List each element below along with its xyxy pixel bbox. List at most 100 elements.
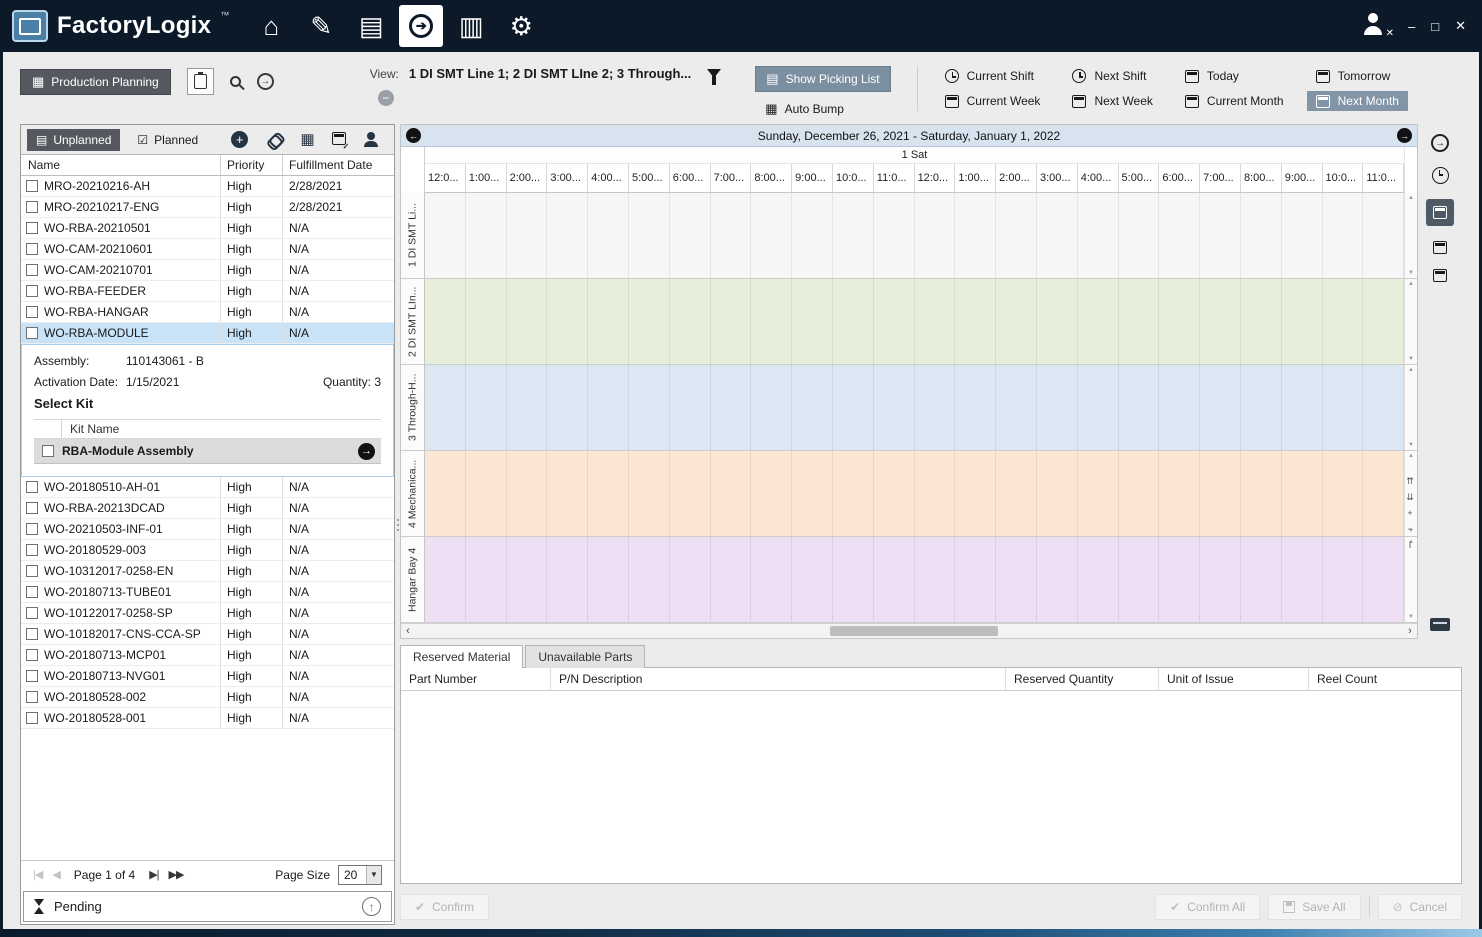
row-checkbox[interactable] <box>26 544 38 556</box>
table-row[interactable]: WO-10122017-0258-SP High N/A <box>21 603 394 624</box>
table-row[interactable]: WO-RBA-FEEDER High N/A <box>21 281 394 302</box>
row-checkbox[interactable] <box>26 264 38 276</box>
lane-scrollbar[interactable]: ▲▼ <box>1404 365 1417 450</box>
scroll-left-icon[interactable]: ‹ <box>401 625 415 638</box>
calendar-check-icon[interactable] <box>332 132 346 148</box>
remove-view-icon[interactable]: − <box>378 90 394 106</box>
row-checkbox[interactable] <box>26 565 38 577</box>
add-work-order-icon[interactable]: + <box>231 131 248 148</box>
npi-edit-icon[interactable]: ✎ <box>299 5 343 47</box>
table-row[interactable]: WO-RBA-HANGAR High N/A <box>21 302 394 323</box>
show-picking-list-button[interactable]: ▤ Show Picking List <box>755 66 890 92</box>
table-row[interactable]: WO-RBA-20213DCAD High N/A <box>21 498 394 519</box>
kit-checkbox[interactable] <box>42 445 54 457</box>
confirm-button[interactable]: ✔ Confirm <box>400 894 489 920</box>
view-value[interactable]: 1 DI SMT Line 1; 2 DI SMT LIne 2; 3 Thro… <box>409 66 691 81</box>
expand-up-icon[interactable]: ↑ <box>362 897 381 916</box>
search-icon[interactable] <box>230 76 241 87</box>
table-row[interactable]: WO-20180528-002 High N/A <box>21 687 394 708</box>
table-row[interactable]: WO-20180713-NVG01 High N/A <box>21 666 394 687</box>
filter-icon[interactable] <box>707 69 721 78</box>
row-checkbox[interactable] <box>26 607 38 619</box>
next-week-button[interactable]: Next Week <box>1063 91 1161 111</box>
row-checkbox[interactable] <box>26 670 38 682</box>
pending-bar[interactable]: Pending ↑ <box>23 891 392 922</box>
current-shift-button[interactable]: Current Shift <box>936 66 1050 86</box>
row-checkbox[interactable] <box>26 327 38 339</box>
prev-page-button[interactable]: ◀ <box>52 868 59 881</box>
table-row[interactable]: WO-10182017-CNS-CCA-SP High N/A <box>21 624 394 645</box>
lane-scrollbar[interactable]: ▲▼ <box>1404 193 1417 278</box>
grid-plus-icon[interactable]: ▦ <box>301 132 315 147</box>
column-name[interactable]: Name <box>21 158 220 172</box>
scroll-right-icon[interactable]: › <box>1403 625 1417 638</box>
table-row[interactable]: MRO-20210217-ENG High 2/28/2021 <box>21 197 394 218</box>
table-row[interactable]: WO-20180510-AH-01 High N/A <box>21 477 394 498</box>
week-view-calendar-icon[interactable] <box>1433 241 1447 254</box>
column-unit-of-issue[interactable]: Unit of Issue <box>1159 668 1309 690</box>
column-priority[interactable]: Priority <box>220 155 282 175</box>
row-checkbox[interactable] <box>26 285 38 297</box>
confirm-all-button[interactable]: ✔ Confirm All <box>1155 894 1260 920</box>
scheduling-board-button[interactable] <box>187 68 214 95</box>
tomorrow-button[interactable]: Tomorrow <box>1307 66 1408 86</box>
next-page-button[interactable]: ▶| <box>149 868 158 881</box>
row-checkbox[interactable] <box>26 628 38 640</box>
lane-grid[interactable] <box>425 451 1404 536</box>
go-to-date-icon[interactable]: → <box>1431 134 1449 152</box>
row-checkbox[interactable] <box>26 586 38 598</box>
column-reserved-quantity[interactable]: Reserved Quantity <box>1006 668 1159 690</box>
month-view-calendar-icon[interactable] <box>1433 269 1447 282</box>
zoom-out-icon[interactable]: − <box>1407 525 1412 534</box>
scrollbar-thumb[interactable] <box>830 626 998 636</box>
current-week-button[interactable]: Current Week <box>936 91 1050 111</box>
plan-kit-icon[interactable]: → <box>358 443 375 460</box>
first-page-button[interactable]: |◀ <box>33 868 42 881</box>
row-checkbox[interactable] <box>26 481 38 493</box>
production-planning-button[interactable]: ▦ Production Planning <box>20 69 171 95</box>
table-row[interactable]: WO-CAM-20210701 High N/A <box>21 260 394 281</box>
prev-range-icon[interactable]: ← <box>406 128 421 143</box>
close-button[interactable]: ✕ <box>1455 18 1466 34</box>
column-pn-description[interactable]: P/N Description <box>551 668 1006 690</box>
table-row[interactable]: WO-20210503-INF-01 High N/A <box>21 519 394 540</box>
zoom-in-icon[interactable]: + <box>1407 509 1412 518</box>
scroll-bottom-icon[interactable]: ⇊ <box>1406 493 1414 502</box>
table-row[interactable]: WO-10312017-0258-EN High N/A <box>21 561 394 582</box>
logout-user-icon[interactable]: ✕ <box>1360 13 1390 39</box>
last-page-button[interactable]: ▶▶ <box>169 868 184 881</box>
today-button[interactable]: Today <box>1176 66 1293 86</box>
table-row[interactable]: WO-20180713-MCP01 High N/A <box>21 645 394 666</box>
dock-panel-icon[interactable] <box>1430 618 1450 631</box>
table-row[interactable]: WO-20180529-003 High N/A <box>21 540 394 561</box>
lane-grid[interactable] <box>425 537 1404 622</box>
table-row[interactable]: MRO-20210216-AH High 2/28/2021 <box>21 176 394 197</box>
tab-unavailable-parts[interactable]: Unavailable Parts <box>525 645 645 668</box>
next-range-icon[interactable]: → <box>1397 128 1412 143</box>
collapse-panel-icon[interactable]: → <box>257 73 274 90</box>
cancel-button[interactable]: ⊘ Cancel <box>1378 894 1462 920</box>
next-month-button[interactable]: Next Month <box>1307 91 1408 111</box>
tab-reserved-material[interactable]: Reserved Material <box>400 645 523 668</box>
row-checkbox[interactable] <box>26 180 38 192</box>
row-checkbox[interactable] <box>26 306 38 318</box>
settings-gear-icon[interactable]: ⚙ <box>499 5 543 47</box>
next-shift-button[interactable]: Next Shift <box>1063 66 1161 86</box>
tab-unplanned[interactable]: ▤ Unplanned <box>27 129 120 151</box>
scroll-top-icon[interactable]: ⇈ <box>1406 477 1414 486</box>
page-size-select[interactable]: 20 ▼ <box>338 865 382 885</box>
lane-grid[interactable] <box>425 193 1404 278</box>
column-reel-count[interactable]: Reel Count <box>1309 668 1461 690</box>
scrollbar-track[interactable] <box>415 624 1403 638</box>
link-icon[interactable] <box>266 131 284 149</box>
row-checkbox[interactable] <box>26 691 38 703</box>
row-checkbox[interactable] <box>26 201 38 213</box>
table-row[interactable]: WO-CAM-20210601 High N/A <box>21 239 394 260</box>
auto-bump-button[interactable]: ▦ Auto Bump <box>755 98 854 120</box>
reports-icon[interactable]: ▥ <box>449 5 493 47</box>
lane-grid[interactable] <box>425 365 1404 450</box>
day-view-calendar-icon[interactable] <box>1426 199 1454 226</box>
home-icon[interactable]: ⌂ <box>249 5 293 47</box>
column-fulfillment-date[interactable]: Fulfillment Date <box>282 155 394 175</box>
table-row[interactable]: WO-RBA-MODULE High N/A <box>21 323 394 344</box>
